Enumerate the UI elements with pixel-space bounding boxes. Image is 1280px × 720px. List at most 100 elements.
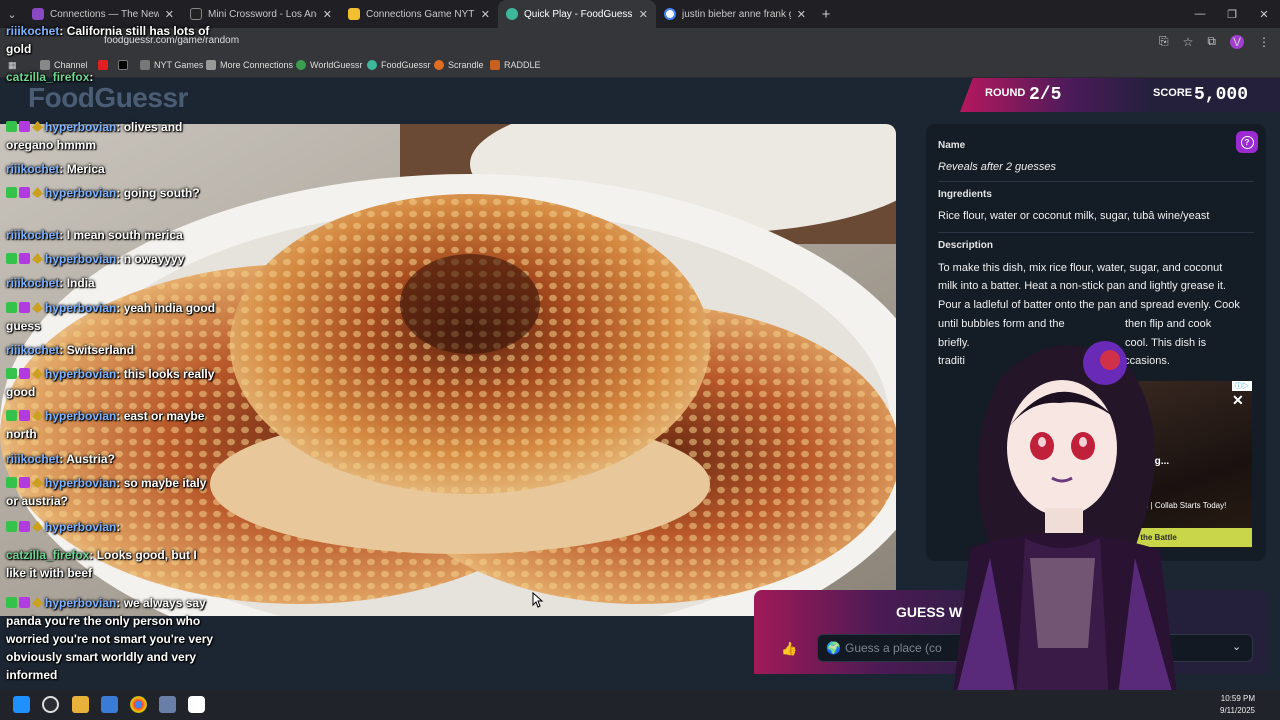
chat-message: riiikochet: I mean south merica: [6, 226, 220, 244]
google-favicon-icon: [664, 8, 676, 20]
bits-badge-icon: [32, 187, 43, 198]
chat-username: hyperbovian: [45, 596, 117, 610]
extensions-icon[interactable]: ⧉: [1207, 34, 1216, 49]
sub-badge-icon: [19, 597, 30, 608]
chat-message: riiikochet: India: [6, 274, 220, 292]
tab-foodguessr[interactable]: Quick Play - FoodGuessr | Foo ✕: [498, 0, 656, 28]
score-label: SCORE: [1153, 87, 1193, 99]
round-label: ROUND: [985, 87, 1026, 99]
foodguessr-logo[interactable]: FoodGuessr: [28, 82, 188, 114]
mod-badge-icon: [6, 253, 17, 264]
chat-separator: :: [59, 276, 67, 290]
minimize-icon[interactable]: —: [1184, 0, 1216, 28]
streamer-avatar: [950, 341, 1180, 720]
mod-badge-icon: [6, 121, 17, 132]
tab-close-icon[interactable]: ✕: [481, 8, 490, 21]
chat-message: hyperbovian: going south?: [6, 184, 220, 202]
chat-username: catzilla_firefox: [6, 548, 90, 562]
mod-badge-icon: [6, 187, 17, 198]
chat-username: hyperbovian: [45, 120, 117, 134]
chat-message: hyperbovian: olives and oregano hmmm: [6, 118, 220, 154]
clock-date: 9/11/2025: [1220, 706, 1255, 715]
sub-badge-icon: [19, 187, 30, 198]
chat-text: Austria?: [66, 452, 115, 466]
chat-username: hyperbovian: [45, 367, 117, 381]
sub-badge-icon: [19, 302, 30, 313]
chat-message: hyperbovian:: [6, 518, 220, 536]
chat-username: hyperbovian: [45, 301, 117, 315]
guess-placeholder: Guess a place (co: [845, 641, 942, 655]
ingredients-value: Rice flour, water or coconut milk, sugar…: [938, 210, 1210, 222]
windows-start-icon[interactable]: [13, 696, 30, 713]
chrome-icon[interactable]: [130, 696, 147, 713]
bookmark-label: WorldGuessr: [310, 60, 363, 70]
round-value: 2/5: [1029, 85, 1062, 105]
raddle-icon: [490, 60, 500, 70]
file-explorer-icon[interactable]: [72, 696, 89, 713]
bits-badge-icon: [32, 253, 43, 264]
help-button[interactable]: ?: [1236, 131, 1258, 153]
mod-badge-icon: [6, 368, 17, 379]
bookmark-worldguessr[interactable]: WorldGuessr: [296, 60, 362, 70]
foodguessr-favicon-icon: [506, 8, 518, 20]
description-line: To make this dish, mix rice flour, water…: [938, 262, 1223, 274]
sub-badge-icon: [19, 410, 30, 421]
chat-separator: :: [59, 343, 67, 357]
ad-info-icon[interactable]: ⓘ▷: [1232, 381, 1252, 391]
chevron-down-icon[interactable]: ⌄: [1232, 640, 1241, 653]
chat-separator: :: [116, 186, 124, 200]
tab-close-icon[interactable]: ✕: [639, 8, 648, 21]
chat-message: hyperbovian: n owayyyy: [6, 250, 220, 268]
tab-close-icon[interactable]: ✕: [165, 8, 174, 21]
chat-username: hyperbovian: [45, 476, 117, 490]
profile-avatar[interactable]: V: [1230, 34, 1244, 49]
bits-badge-icon: [32, 302, 43, 313]
close-window-icon[interactable]: ✕: [1248, 0, 1280, 28]
chat-separator: :: [116, 367, 124, 381]
bits-badge-icon: [32, 521, 43, 532]
browser-menu-icon[interactable]: ⋮: [1258, 35, 1270, 49]
chat-separator: :: [59, 162, 67, 176]
tab-close-icon[interactable]: ✕: [797, 8, 806, 21]
foodguessr-icon: [367, 60, 377, 70]
chat-message: hyperbovian: we always say panda you're …: [6, 594, 220, 684]
chat-text: I mean south merica: [66, 228, 183, 242]
tab-title: Quick Play - FoodGuessr | Foo: [524, 8, 633, 20]
connections-favicon-icon: [32, 8, 44, 20]
chat-text: n owayyyy: [123, 252, 185, 266]
bits-badge-icon: [32, 410, 43, 421]
bits-badge-icon: [32, 597, 43, 608]
description-line: Pour a ladleful of batter onto the pan a…: [938, 299, 1240, 311]
chat-message: hyperbovian: so maybe italy or austria?: [6, 474, 220, 510]
obs-icon[interactable]: [42, 696, 59, 713]
mod-badge-icon: [6, 410, 17, 421]
new-tab-plus-icon[interactable]: +: [814, 6, 838, 23]
chat-username: riiikochet: [6, 452, 60, 466]
bookmark-label: RADDLE: [504, 60, 541, 70]
tab-close-icon[interactable]: ✕: [323, 8, 332, 21]
bookmark-foodguessr[interactable]: FoodGuessr: [367, 60, 431, 70]
bookmark-label: FoodGuessr: [381, 60, 431, 70]
restore-icon[interactable]: ❐: [1216, 0, 1248, 28]
tab-title: Connections Game NYT - Play U: [366, 8, 475, 20]
capcut-icon[interactable]: [188, 696, 205, 713]
bookmark-raddle[interactable]: RADDLE: [490, 60, 541, 70]
chat-username: riiikochet: [6, 228, 60, 242]
photos-icon[interactable]: [101, 696, 118, 713]
bookmark-scrandle[interactable]: Scrandle: [434, 60, 484, 70]
cast-icon[interactable]: ⎘: [1159, 34, 1169, 49]
chat-message: riiikochet: Austria?: [6, 450, 220, 468]
divider: [938, 232, 1254, 233]
chat-username: riiikochet: [6, 276, 60, 290]
tab-google-search[interactable]: justin bieber anne frank guest ✕: [656, 0, 814, 28]
bookmark-star-icon[interactable]: ☆: [1183, 35, 1194, 49]
question-icon: ?: [1240, 135, 1254, 149]
chat-message: catzilla_firefox: Looks good, but I like…: [6, 546, 220, 582]
name-value: Reveals after 2 guesses: [938, 161, 1057, 173]
vtuber-app-icon[interactable]: [159, 696, 176, 713]
chat-separator: :: [116, 252, 124, 266]
tab-connections-game[interactable]: Connections Game NYT - Play U ✕: [340, 0, 498, 28]
system-clock[interactable]: 10:59 PM 9/11/2025: [1220, 693, 1255, 717]
ad-close-icon[interactable]: ✕: [1232, 392, 1244, 409]
divider: [938, 181, 1254, 182]
